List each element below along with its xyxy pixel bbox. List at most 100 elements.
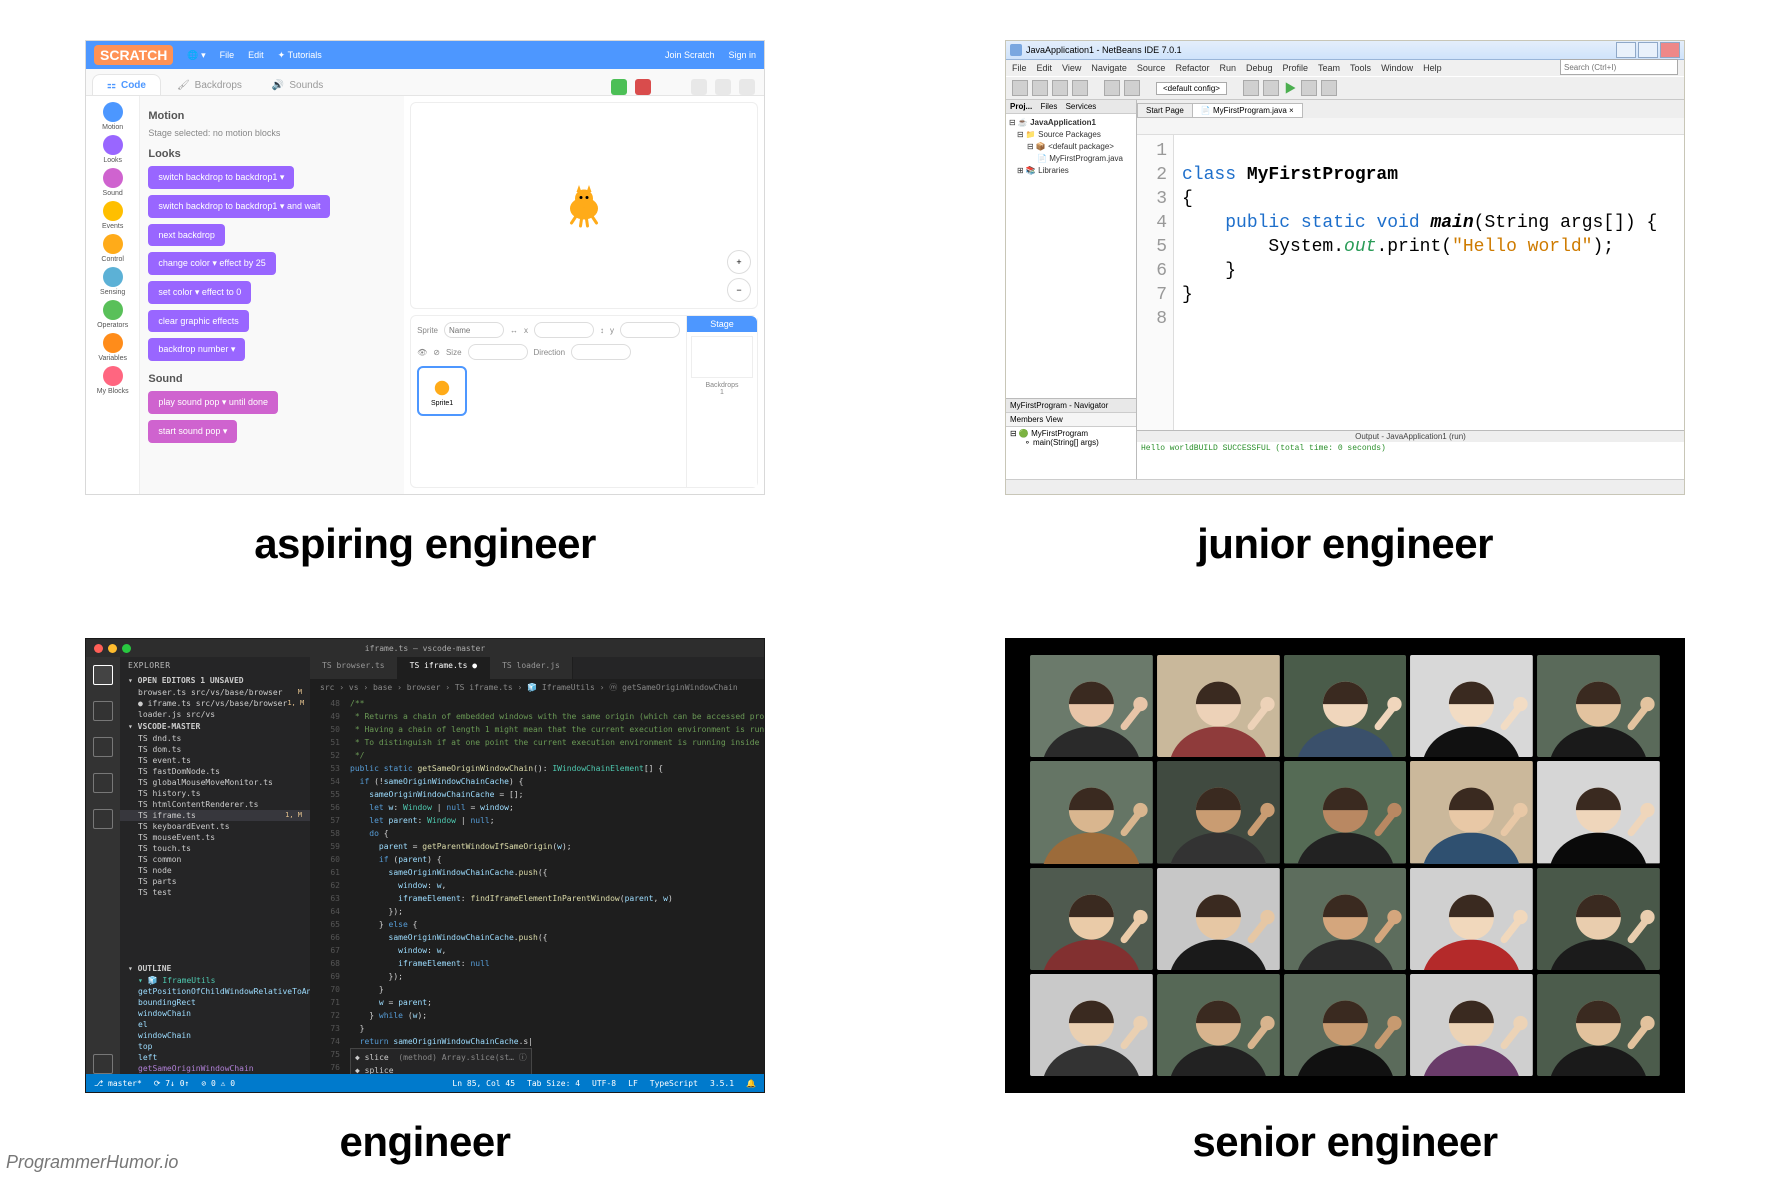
menu-team[interactable]: Team — [1318, 63, 1340, 73]
config-select[interactable]: <default config> — [1156, 82, 1227, 95]
video-tile[interactable] — [1284, 655, 1407, 757]
green-flag-icon[interactable] — [611, 79, 627, 95]
bell-icon[interactable]: 🔔 — [746, 1079, 756, 1088]
open-editor-item[interactable]: ● iframe.ts src/vs/base/browser1, M — [120, 698, 310, 709]
intellisense-popup[interactable]: ◆ slice (method) Array.slice(st… ⓘ◆ spli… — [350, 1048, 532, 1074]
file-item[interactable]: TS globalMouseMoveMonitor.ts — [120, 777, 310, 788]
file-item[interactable]: TS event.ts — [120, 755, 310, 766]
menu-file[interactable]: File — [220, 50, 235, 60]
video-tile[interactable] — [1157, 655, 1280, 757]
menu-tools[interactable]: Tools — [1350, 63, 1371, 73]
menu-navigate[interactable]: Navigate — [1091, 63, 1127, 73]
file-item[interactable]: TS fastDomNode.ts — [120, 766, 310, 777]
new-file-icon[interactable] — [1012, 80, 1028, 96]
video-tile[interactable] — [1537, 974, 1660, 1076]
menu-profile[interactable]: Profile — [1283, 63, 1309, 73]
code-editor[interactable]: 12345678 class MyFirstProgram { public s… — [1137, 135, 1684, 430]
fullscreen-icon[interactable] — [739, 79, 755, 95]
open-editor-item[interactable]: loader.js src/vs — [120, 709, 310, 720]
editor-tab[interactable]: TS loader.js — [490, 657, 573, 679]
scm-icon[interactable] — [93, 737, 113, 757]
traffic-lights[interactable] — [94, 644, 131, 653]
category-sensing[interactable]: Sensing — [100, 267, 125, 296]
file-item[interactable]: TS mouseEvent.ts — [120, 832, 310, 843]
editor-tab[interactable]: TS browser.ts — [310, 657, 398, 679]
file-item[interactable]: TS keyboardEvent.ts — [120, 821, 310, 832]
tab-start-page[interactable]: Start Page — [1137, 103, 1193, 118]
outline-header[interactable]: OUTLINE — [138, 964, 172, 973]
outline-item[interactable]: el — [120, 1019, 310, 1030]
menu-edit[interactable]: Edit — [248, 50, 264, 60]
extensions-icon[interactable] — [93, 809, 113, 829]
sound-block[interactable]: play sound pop ▾ until done — [148, 391, 278, 414]
sprite-name-input[interactable] — [444, 322, 504, 338]
looks-block[interactable]: set color ▾ effect to 0 — [148, 281, 251, 304]
open-icon[interactable] — [1052, 80, 1068, 96]
zoom-out-icon[interactable]: − — [727, 278, 751, 302]
small-stage-icon[interactable] — [691, 79, 707, 95]
video-tile[interactable] — [1030, 868, 1153, 970]
looks-block[interactable]: backdrop number ▾ — [148, 338, 245, 361]
stop-icon[interactable] — [635, 79, 651, 95]
video-tile[interactable] — [1157, 868, 1280, 970]
outline-item[interactable]: windowChain — [120, 1008, 310, 1019]
category-sound[interactable]: Sound — [103, 168, 123, 197]
ts-version[interactable]: 3.5.1 — [710, 1079, 734, 1088]
settings-icon[interactable] — [93, 1054, 113, 1074]
outline-item[interactable]: ▾ 🧊 IframeUtils — [120, 975, 310, 986]
menu-edit[interactable]: Edit — [1037, 63, 1053, 73]
run-icon[interactable] — [1283, 81, 1297, 95]
clean-build-icon[interactable] — [1263, 80, 1279, 96]
video-tile[interactable] — [1157, 974, 1280, 1076]
video-tile[interactable] — [1410, 655, 1533, 757]
category-events[interactable]: Events — [102, 201, 123, 230]
video-tile[interactable] — [1030, 974, 1153, 1076]
search-input[interactable] — [1560, 59, 1678, 75]
tab-code[interactable]: ⚏Code — [92, 74, 161, 95]
language-mode[interactable]: TypeScript — [650, 1079, 698, 1088]
category-motion[interactable]: Motion — [102, 102, 123, 131]
video-tile[interactable] — [1157, 761, 1280, 863]
video-tile[interactable] — [1284, 868, 1407, 970]
category-variables[interactable]: Variables — [98, 333, 127, 362]
looks-block[interactable]: switch backdrop to backdrop1 ▾ and wait — [148, 195, 330, 218]
sync-status[interactable]: ⟳ 7↓ 0↑ — [154, 1079, 190, 1088]
category-my blocks[interactable]: My Blocks — [97, 366, 129, 395]
redo-icon[interactable] — [1124, 80, 1140, 96]
video-tile[interactable] — [1284, 974, 1407, 1076]
menu-source[interactable]: Source — [1137, 63, 1166, 73]
file-item[interactable]: TS history.ts — [120, 788, 310, 799]
tab-java-file[interactable]: 📄 MyFirstProgram.java × — [1192, 103, 1303, 118]
search-icon[interactable] — [93, 701, 113, 721]
file-item[interactable]: TS touch.ts — [120, 843, 310, 854]
menu-help[interactable]: Help — [1423, 63, 1442, 73]
video-tile[interactable] — [1410, 761, 1533, 863]
looks-block[interactable]: change color ▾ effect by 25 — [148, 252, 275, 275]
undo-icon[interactable] — [1104, 80, 1120, 96]
encoding[interactable]: UTF-8 — [592, 1079, 616, 1088]
sprite-x-input[interactable] — [534, 322, 594, 338]
editor-tab[interactable]: TS iframe.ts ● — [398, 657, 490, 679]
cursor-pos[interactable]: Ln 85, Col 45 — [452, 1079, 515, 1088]
tab-backdrops[interactable]: 🖌 Backdrops — [163, 75, 256, 95]
minimize-icon[interactable] — [1616, 42, 1636, 58]
code-editor[interactable]: 4849505152535455565758596061626364656667… — [310, 695, 764, 1074]
file-item[interactable]: TS common — [120, 854, 310, 865]
tab-size[interactable]: Tab Size: 4 — [527, 1079, 580, 1088]
video-tile[interactable] — [1410, 974, 1533, 1076]
looks-block[interactable]: switch backdrop to backdrop1 ▾ — [148, 166, 294, 189]
sound-block[interactable]: start sound pop ▾ — [148, 420, 237, 443]
maximize-icon[interactable] — [1638, 42, 1658, 58]
debug-icon[interactable] — [93, 773, 113, 793]
file-item[interactable]: TS test — [120, 887, 310, 898]
category-operators[interactable]: Operators — [97, 300, 128, 329]
category-control[interactable]: Control — [101, 234, 124, 263]
video-tile[interactable] — [1030, 761, 1153, 863]
new-project-icon[interactable] — [1032, 80, 1048, 96]
save-all-icon[interactable] — [1072, 80, 1088, 96]
globe-icon[interactable]: 🌐 ▾ — [187, 50, 205, 61]
looks-block[interactable]: next backdrop — [148, 224, 225, 246]
outline-item[interactable]: boundingRect — [120, 997, 310, 1008]
menu-file[interactable]: File — [1012, 63, 1027, 73]
build-icon[interactable] — [1243, 80, 1259, 96]
